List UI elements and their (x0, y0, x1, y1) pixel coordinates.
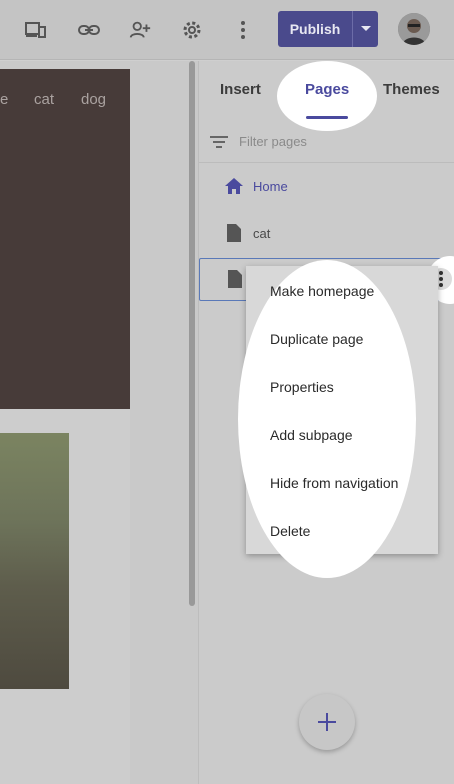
menu-item-properties[interactable]: Properties (270, 379, 334, 395)
active-tab-indicator (306, 116, 348, 119)
top-toolbar: Publish (0, 0, 454, 60)
menu-item-duplicate-page[interactable]: Duplicate page (270, 331, 363, 347)
page-icon (228, 270, 242, 288)
page-item-home[interactable]: Home (199, 167, 454, 207)
filter-icon (210, 136, 228, 148)
publish-button[interactable]: Publish (278, 11, 353, 47)
filter-pages-row[interactable]: Filter pages (199, 127, 454, 163)
menu-item-hide-from-navigation[interactable]: Hide from navigation (270, 475, 398, 491)
add-person-icon[interactable] (128, 18, 152, 42)
menu-item-delete[interactable]: Delete (270, 523, 310, 539)
editor-canvas: e cat dog (0, 61, 198, 784)
preview-nav-item[interactable]: dog (81, 91, 106, 108)
page-item-label: cat (253, 226, 271, 241)
plus-icon (318, 713, 336, 731)
avatar[interactable] (398, 13, 430, 45)
page-preview[interactable]: e cat dog (0, 69, 130, 784)
devices-preview-icon[interactable] (24, 18, 48, 42)
page-icon (227, 224, 241, 242)
more-vert-icon[interactable] (231, 18, 255, 42)
preview-image (0, 433, 69, 689)
link-icon[interactable] (77, 18, 101, 42)
tab-themes[interactable]: Themes (383, 81, 440, 98)
page-item-cat[interactable]: cat (199, 214, 454, 254)
menu-item-add-subpage[interactable]: Add subpage (270, 427, 353, 443)
more-vert-icon (439, 271, 443, 287)
settings-gear-icon[interactable] (180, 18, 204, 42)
publish-options-button[interactable] (353, 11, 378, 47)
preview-nav-item[interactable]: e (0, 91, 8, 108)
add-page-button[interactable] (299, 694, 355, 750)
tab-pages[interactable]: Pages (305, 81, 349, 98)
publish-button-group: Publish (278, 11, 378, 47)
preview-nav-item[interactable]: cat (34, 91, 54, 108)
tab-insert[interactable]: Insert (220, 81, 261, 98)
menu-highlight (238, 260, 416, 578)
hero-section: e cat dog (0, 69, 130, 409)
home-icon (225, 178, 243, 194)
page-item-label: Home (253, 179, 288, 194)
filter-pages-input[interactable]: Filter pages (239, 134, 307, 149)
caret-down-icon (360, 26, 371, 31)
menu-item-make-homepage[interactable]: Make homepage (270, 283, 374, 299)
canvas-scrollbar[interactable] (189, 61, 195, 606)
